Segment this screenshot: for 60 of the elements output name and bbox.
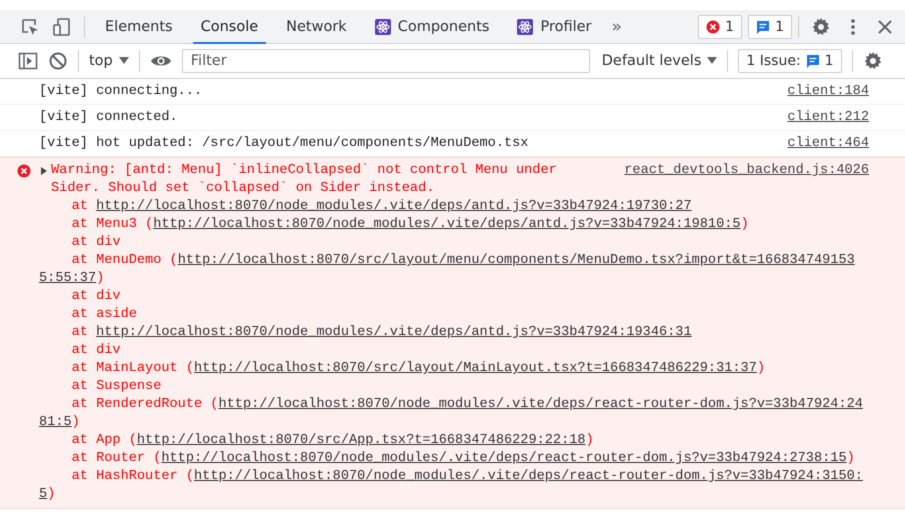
source-link[interactable]: react_devtools_backend.js:4026 [624,162,869,180]
sidebar-toggle-icon[interactable] [18,51,38,71]
stack-frame: at Router (http://localhost:8070/node_modules/.vite/deps/react-router-dom.js?v=33b47924:2738:15) [39,450,863,468]
issues-button[interactable]: 1 Issue: 1 [738,49,842,73]
log-message: [vite] connected. [39,110,178,125]
stack-link[interactable]: 5 [39,487,48,502]
error-icon [706,20,720,34]
settings-icon[interactable] [811,16,831,36]
stack-frame: at div [39,288,863,306]
stack-frame: at App (http://localhost:8070/src/App.tsx?t=1668347486229:22:18) [39,432,863,450]
tab[interactable]: Elements [97,10,181,44]
stack-link[interactable]: http://localhost:8070/src/layout/MainLayout.tsx?t=1668347486229:31:37 [194,361,757,376]
caret-icon [118,57,129,65]
context-dropdown[interactable]: top [89,53,129,69]
log-message: [vite] hot updated: /src/layout/menu/components/MenuDemo.tsx [39,136,528,151]
message-icon [806,54,820,68]
expand-triangle-icon[interactable] [40,167,48,175]
error-count-button[interactable]: 1 [698,14,742,38]
settings-icon[interactable] [862,51,883,71]
stack-frame: at RenderedRoute (http://localhost:8070/node_modules/.vite/deps/react-router-dom.js?v=33b47924:24 81:5) [39,396,863,432]
tab[interactable]: Components [366,10,498,44]
stack-link[interactable]: http://localhost:8070/node_modules/.vite/deps/antd.js?v=33b47924:19346:31 [96,325,692,340]
stack-frame: at MainLayout (http://localhost:8070/src/layout/MainLayout.tsx?t=1668347486229:31:37) [39,360,863,378]
stack-frame: at div [39,234,863,252]
stack-link[interactable]: http://localhost:8070/node_modules/.vite/deps/antd.js?v=33b47924:19730:27 [96,199,692,214]
levels-dropdown[interactable]: Default levels [602,53,718,69]
stack-frame: at aside [39,306,863,324]
clear-console-icon[interactable] [48,51,68,71]
stack-frame: at div [39,342,863,360]
stack-frame: at MenuDemo (http://localhost:8070/src/layout/menu/components/MenuDemo.tsx?import&t=166834749153 5:55:37) [39,252,863,288]
log-message: [vite] connecting... [39,84,202,99]
stack-frame: at http://localhost:8070/node_modules/.vite/deps/antd.js?v=33b47924:19346:31 [39,324,863,342]
message-count-button[interactable]: 1 [748,14,792,38]
source-link[interactable]: client:464 [787,131,869,156]
stack-frame: at Menu3 (http://localhost:8070/node_modules/.vite/deps/antd.js?v=33b47924:19810:5) [39,216,863,234]
stack-frame: at HashRouter (http://localhost:8070/node_modules/.vite/deps/react-router-dom.js?v=33b47924:3150: 5) [39,468,863,504]
react-icon [374,18,391,34]
stack-link[interactable]: http://localhost:8070/src/App.tsx?t=1668347486229:22:18 [136,433,586,448]
react-icon [517,18,534,34]
filter-field[interactable]: Filter [182,49,590,73]
error-icon [17,164,31,178]
stack-link[interactable]: http://localhost:8070/node_modules/.vite/deps/react-router-dom.js?v=33b47924:3150: [194,469,863,484]
warning-message: Warning: [antd: Menu] `inlineCollapsed` not control Menu under Sider. Should set `collapsed` on Sider instead. [51,162,558,198]
stack-link[interactable]: 81:5 [39,415,72,430]
stack-link[interactable]: http://localhost:8070/src/layout/menu/components/MenuDemo.tsx?import&t=166834749153 [178,253,855,268]
more-tabs-button[interactable]: » [612,16,622,36]
source-link[interactable]: client:212 [787,105,869,130]
stack-link[interactable]: http://localhost:8070/node_modules/.vite/deps/react-router-dom.js?v=33b47924:24 [218,397,863,412]
tab[interactable]: Profiler [509,10,600,44]
stack-link[interactable]: http://localhost:8070/node_modules/.vite/deps/antd.js?v=33b47924:19810:5 [153,217,741,232]
stack-frame: at Suspense [39,378,863,396]
stack-link[interactable]: http://localhost:8070/node_modules/.vite/deps/react-router-dom.js?v=33b47924:2738:15 [161,451,847,466]
source-link[interactable]: client:184 [787,79,869,104]
stack-link[interactable]: 5:55:37 [39,271,96,286]
stack-frame: at http://localhost:8070/node_modules/.vite/deps/antd.js?v=33b47924:19730:27 [39,198,863,216]
tab[interactable]: Network [278,10,355,44]
device-toolbar-icon[interactable] [52,16,72,36]
message-icon [756,20,770,34]
caret-icon [707,57,718,65]
inspect-icon[interactable] [20,16,40,36]
